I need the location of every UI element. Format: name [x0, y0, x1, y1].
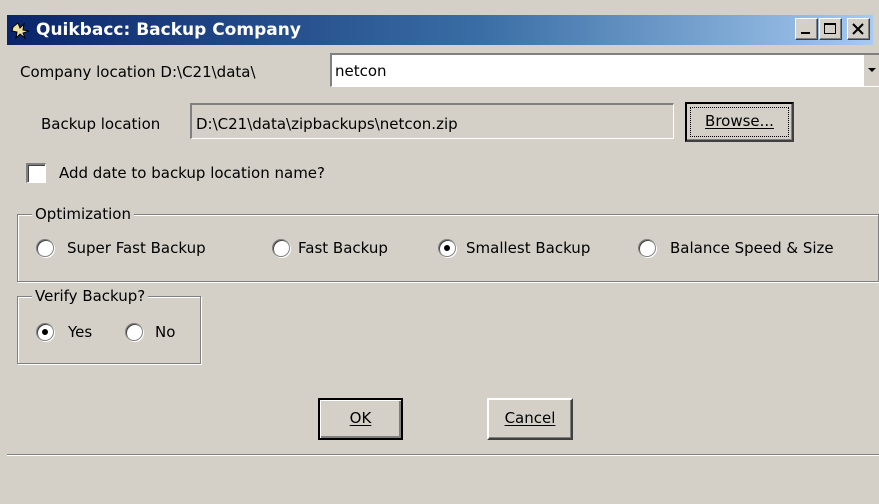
add-date-label: Add date to backup location name? — [59, 164, 325, 182]
radio-verify-yes[interactable] — [36, 323, 54, 341]
ok-button-label: OK — [349, 409, 372, 427]
cancel-button[interactable]: Cancel — [487, 398, 573, 440]
radio-verify-no[interactable] — [125, 323, 143, 341]
title-bar[interactable]: Quikbacc: Backup Company — [7, 15, 873, 45]
add-date-checkbox[interactable] — [26, 163, 46, 183]
cancel-button-label: Cancel — [504, 409, 556, 427]
close-icon — [852, 23, 864, 35]
backup-location-field[interactable]: D:\C21\data\zipbackups\netcon.zip — [190, 103, 674, 139]
chevron-down-icon — [868, 68, 876, 72]
optimization-legend: Optimization — [32, 204, 134, 224]
quikbacc-app-icon — [11, 22, 30, 40]
verify-backup-legend: Verify Backup? — [32, 286, 149, 306]
radio-fast-backup[interactable] — [272, 239, 290, 257]
company-location-value: netcon — [335, 62, 387, 80]
browse-button-label: Browse... — [705, 112, 774, 130]
radio-label-super-fast-backup: Super Fast Backup — [67, 239, 206, 257]
ok-button[interactable]: OK — [318, 398, 403, 440]
radio-label-balance-speed-size: Balance Speed & Size — [670, 239, 834, 257]
minimize-icon — [801, 32, 810, 34]
verify-backup-group: Verify Backup? Yes No — [17, 286, 201, 364]
radio-selected-dot — [42, 329, 48, 335]
status-separator — [7, 454, 879, 456]
close-button[interactable] — [847, 18, 870, 40]
radio-selected-dot — [444, 245, 450, 251]
company-location-label: Company location D:\C21\data\ — [20, 63, 256, 81]
radio-smallest-backup[interactable] — [438, 239, 456, 257]
optimization-group: Optimization Super Fast Backup Fast Back… — [17, 204, 879, 282]
backup-location-value: D:\C21\data\zipbackups\netcon.zip — [196, 115, 458, 133]
radio-balance-speed-size[interactable] — [638, 239, 656, 257]
backup-company-dialog: Quikbacc: Backup Company Company locatio… — [0, 0, 879, 504]
company-location-combobox[interactable]: netcon — [330, 53, 879, 87]
radio-super-fast-backup[interactable] — [36, 239, 54, 257]
minimize-button[interactable] — [795, 18, 818, 40]
window-title: Quikbacc: Backup Company — [36, 20, 301, 40]
radio-label-smallest-backup: Smallest Backup — [466, 239, 591, 257]
radio-label-fast-backup: Fast Backup — [298, 239, 388, 257]
radio-label-verify-no: No — [155, 323, 176, 341]
backup-location-label: Backup location — [41, 115, 161, 133]
maximize-button[interactable] — [819, 18, 842, 40]
combo-dropdown-button[interactable] — [863, 55, 879, 86]
maximize-icon — [824, 23, 836, 34]
radio-label-verify-yes: Yes — [68, 323, 93, 341]
browse-button[interactable]: Browse... — [685, 102, 794, 142]
